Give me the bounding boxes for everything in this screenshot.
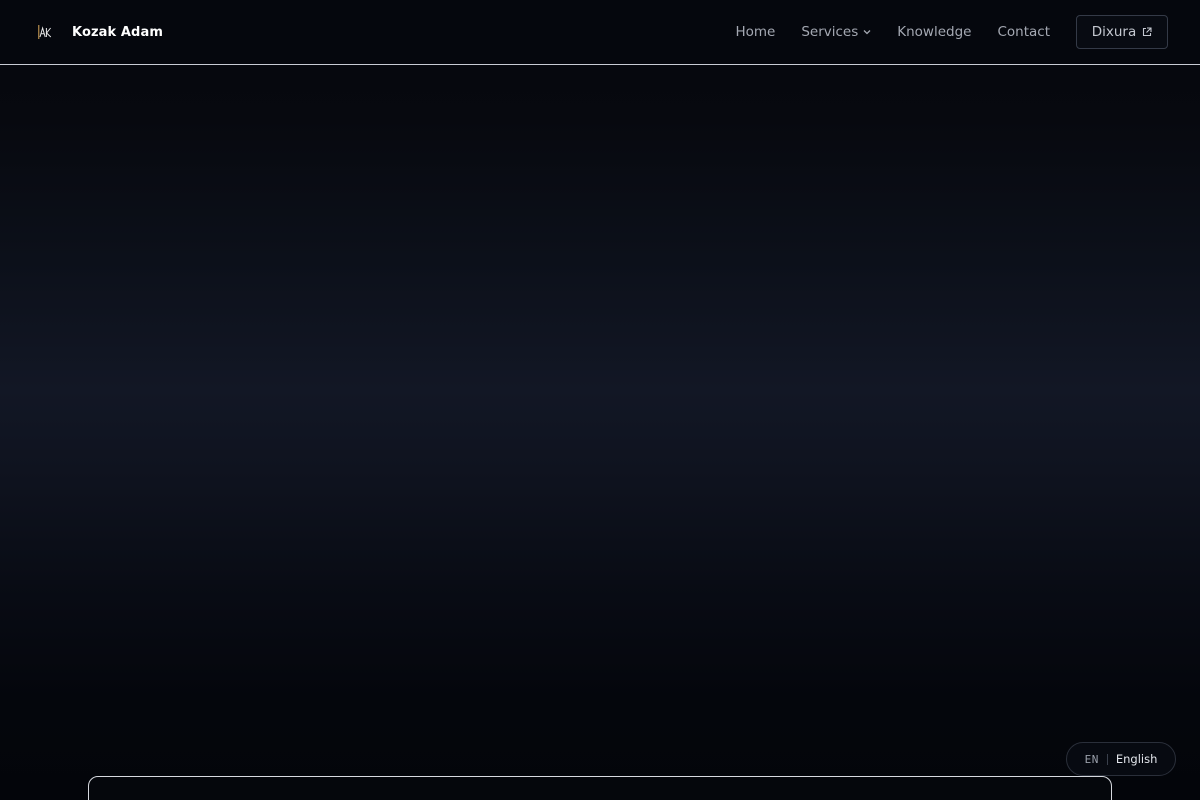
main-nav: Home Services Knowledge Contact xyxy=(735,0,1050,64)
nav-home[interactable]: Home xyxy=(735,24,775,40)
nav-knowledge[interactable]: Knowledge xyxy=(897,24,971,40)
dixura-external-button[interactable]: Dixura xyxy=(1076,15,1168,49)
nav-contact[interactable]: Contact xyxy=(997,24,1050,40)
chevron-down-icon xyxy=(862,28,871,37)
brand-home-link[interactable]: Kozak Adam xyxy=(38,23,163,41)
language-switcher[interactable]: EN English xyxy=(1066,742,1176,776)
nav-services[interactable]: Services xyxy=(801,24,871,40)
external-link-icon xyxy=(1142,27,1152,37)
nav-knowledge-label: Knowledge xyxy=(897,24,972,40)
ak-monogram-icon xyxy=(38,23,52,41)
nav-contact-label: Contact xyxy=(997,24,1050,40)
nav-services-label: Services xyxy=(801,24,859,40)
site-header: Kozak Adam Home Services Knowledge Conta… xyxy=(0,0,1200,65)
dixura-button-label: Dixura xyxy=(1091,24,1137,40)
nav-home-label: Home xyxy=(735,24,776,40)
content-card xyxy=(88,776,1112,800)
language-divider xyxy=(1106,753,1108,765)
language-code: EN xyxy=(1084,752,1099,766)
language-name: English xyxy=(1115,752,1158,766)
brand-name: Kozak Adam xyxy=(72,24,163,40)
